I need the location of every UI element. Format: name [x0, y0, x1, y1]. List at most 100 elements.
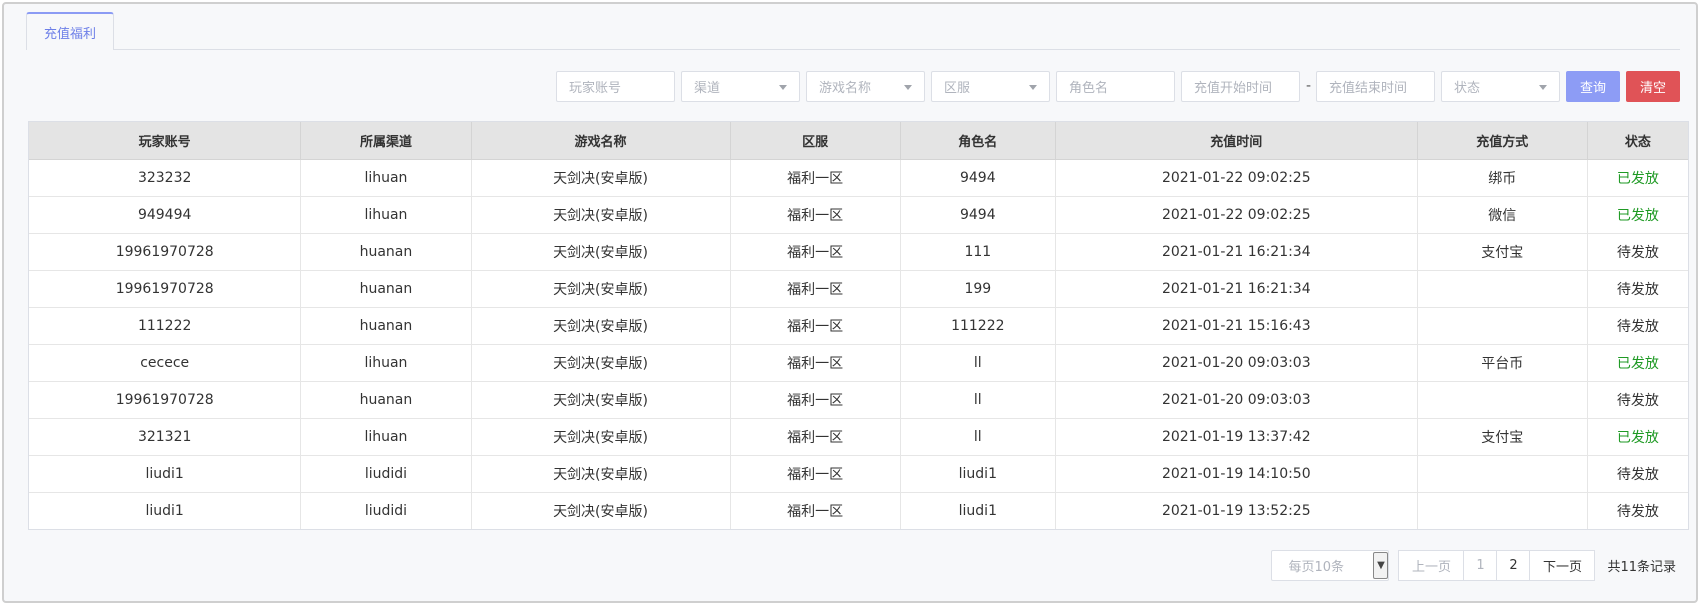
records-table: 玩家账号 所属渠道 游戏名称 区服 角色名 充值时间 充值方式 状态 32323… [28, 121, 1689, 530]
cell-channel: huanan [300, 307, 472, 345]
total-records: 共11条记录 [1607, 559, 1676, 575]
date-range-separator: - [1306, 78, 1312, 94]
cell-channel: liudidi [300, 455, 472, 493]
cell-player-account: 949494 [29, 196, 302, 234]
page-1-button[interactable]: 1 [1463, 549, 1498, 581]
cell-recharge-time: 2021-01-21 15:16:43 [1055, 307, 1418, 345]
cell-game-name: 天剑决(安卓版) [471, 418, 731, 456]
cell-recharge-time: 2021-01-19 13:37:42 [1055, 418, 1418, 456]
page-frame: 充值福利 玩家账号 渠道 游戏名称 区服 角色名 充值开始时间 - 充值结束时间… [2, 2, 1698, 603]
cell-recharge-method [1417, 455, 1588, 493]
cell-recharge-time: 2021-01-19 13:52:25 [1055, 492, 1418, 529]
cell-game-name: 天剑决(安卓版) [471, 159, 731, 197]
cell-game-name: 天剑决(安卓版) [471, 381, 731, 419]
cell-role-name: 111222 [900, 307, 1056, 345]
cell-server: 福利一区 [730, 196, 901, 234]
filter-bar: 玩家账号 渠道 游戏名称 区服 角色名 充值开始时间 - 充值结束时间 状态 查… [556, 70, 1680, 102]
table-row: 323232 lihuan 天剑决(安卓版) 福利一区 9494 2021-01-22 0… [29, 159, 1688, 197]
pagination: 每页10条 ▼ 上一页 1 2 下一页 共11条记录 [1271, 549, 1676, 581]
cell-status: 待发放 [1587, 307, 1688, 345]
prev-page-button[interactable]: 上一页 [1398, 549, 1465, 581]
query-button[interactable]: 查询 [1566, 70, 1620, 102]
cell-role-name: ll [900, 381, 1056, 419]
cell-status: 待发放 [1587, 233, 1688, 271]
header-game-name: 游戏名称 [471, 122, 731, 160]
cell-server: 福利一区 [730, 492, 901, 529]
cell-player-account: 321321 [29, 418, 302, 456]
table-row: 949494 lihuan 天剑决(安卓版) 福利一区 9494 2021-01-22 0… [29, 196, 1688, 234]
game-name-select[interactable]: 游戏名称 [806, 70, 925, 102]
cell-channel: huanan [300, 270, 472, 308]
cell-recharge-method [1417, 270, 1588, 308]
end-time-input[interactable]: 充值结束时间 [1316, 70, 1435, 102]
cell-role-name: liudi1 [900, 455, 1056, 493]
cell-player-account: 111222 [29, 307, 302, 345]
clear-button[interactable]: 清空 [1626, 70, 1680, 102]
table-row: 19961970728 huanan 天剑决(安卓版) 福利一区 ll 2021-01-2… [29, 381, 1688, 419]
cell-recharge-time: 2021-01-19 14:10:50 [1055, 455, 1418, 493]
cell-channel: lihuan [300, 418, 472, 456]
role-name-input[interactable]: 角色名 [1056, 70, 1175, 102]
cell-recharge-time: 2021-01-20 09:03:03 [1055, 344, 1418, 382]
player-account-input[interactable]: 玩家账号 [556, 70, 675, 102]
header-recharge-time: 充值时间 [1055, 122, 1418, 160]
cell-recharge-time: 2021-01-21 16:21:34 [1055, 233, 1418, 271]
cell-server: 福利一区 [730, 270, 901, 308]
page-size-label: 每页10条 [1288, 559, 1344, 575]
table-row: liudi1 liudidi 天剑决(安卓版) 福利一区 liudi1 2021-01-1… [29, 455, 1688, 493]
page-buttons: 上一页 1 2 下一页 [1398, 549, 1596, 581]
cell-status: 已发放 [1587, 196, 1688, 234]
cell-status: 待发放 [1587, 381, 1688, 419]
cell-status: 已发放 [1587, 418, 1688, 456]
cell-channel: huanan [300, 381, 472, 419]
cell-game-name: 天剑决(安卓版) [471, 492, 731, 529]
page-size-select[interactable]: 每页10条 ▼ [1271, 549, 1390, 581]
cell-player-account: cecece [29, 344, 302, 382]
cell-status: 待发放 [1587, 270, 1688, 308]
tab-recharge-welfare[interactable]: 充值福利 [26, 12, 114, 51]
cell-channel: lihuan [300, 344, 472, 382]
cell-recharge-method [1417, 307, 1588, 345]
start-time-input[interactable]: 充值开始时间 [1181, 70, 1300, 102]
server-select[interactable]: 区服 [931, 70, 1050, 102]
header-server: 区服 [730, 122, 901, 160]
cell-recharge-method [1417, 381, 1588, 419]
cell-game-name: 天剑决(安卓版) [471, 344, 731, 382]
header-recharge-method: 充值方式 [1417, 122, 1588, 160]
cell-role-name: 111 [900, 233, 1056, 271]
cell-player-account: 19961970728 [29, 270, 302, 308]
chevron-down-icon[interactable]: ▼ [1373, 551, 1389, 579]
cell-status: 待发放 [1616, 503, 1659, 520]
cell-status: 待发放 [1587, 455, 1688, 493]
table-row: 19961970728 huanan 天剑决(安卓版) 福利一区 111 2021-01-… [29, 233, 1688, 271]
cell-role-name: 9494 [900, 159, 1056, 197]
cell-recharge-method: 支付宝 [1417, 418, 1588, 456]
cell-recharge-method: 微信 [1417, 196, 1588, 234]
cell-role-name: 9494 [900, 196, 1056, 234]
table-row: 19961970728 huanan 天剑决(安卓版) 福利一区 199 2021-01-… [29, 270, 1688, 308]
cell-game-name: 天剑决(安卓版) [471, 233, 731, 271]
cell-status: 已发放 [1587, 344, 1688, 382]
cell-game-name: 天剑决(安卓版) [471, 270, 731, 308]
cell-channel: huanan [300, 233, 472, 271]
cell-player-account: 19961970728 [29, 381, 302, 419]
cell-role-name: 199 [900, 270, 1056, 308]
table-row: cecece lihuan 天剑决(安卓版) 福利一区 ll 2021-01-20 09:… [29, 344, 1688, 382]
channel-select[interactable]: 渠道 [681, 70, 800, 102]
cell-channel: lihuan [300, 159, 472, 197]
cell-recharge-method: 支付宝 [1417, 233, 1588, 271]
cell-recharge-time: 2021-01-20 09:03:03 [1055, 381, 1418, 419]
cell-channel: lihuan [300, 196, 472, 234]
cell-server: 福利一区 [730, 418, 901, 456]
table-row: 321321 lihuan 天剑决(安卓版) 福利一区 ll 2021-01-19 13:… [29, 418, 1688, 456]
cell-server: 福利一区 [730, 455, 901, 493]
cell-role-name: ll [900, 344, 1056, 382]
cell-game-name: 天剑决(安卓版) [471, 455, 731, 493]
status-select[interactable]: 状态 [1441, 70, 1560, 102]
cell-recharge-time: 2021-01-22 09:02:25 [1055, 159, 1418, 197]
next-page-button[interactable]: 下一页 [1529, 549, 1596, 581]
cell-player-account: liudi1 [29, 492, 302, 529]
cell-recharge-time: 2021-01-22 09:02:25 [1055, 196, 1418, 234]
cell-channel: liudidi [300, 492, 472, 529]
page-2-button[interactable]: 2 [1496, 549, 1531, 581]
